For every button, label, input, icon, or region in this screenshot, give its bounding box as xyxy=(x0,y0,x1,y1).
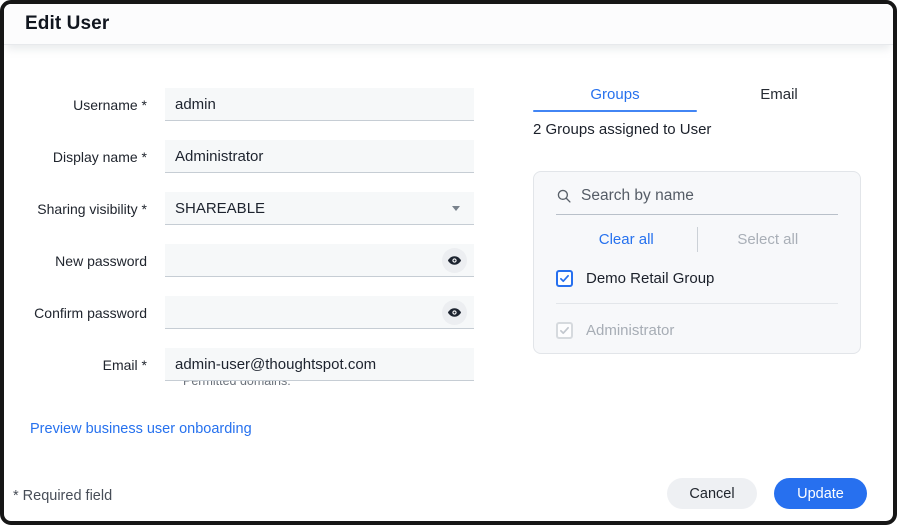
form-row-display-name: Display name * xyxy=(20,140,474,173)
display-name-input[interactable] xyxy=(165,140,474,172)
tab-email[interactable]: Email xyxy=(697,86,861,112)
page-title: Edit User xyxy=(25,13,109,35)
new-password-input[interactable] xyxy=(165,244,474,276)
search-icon xyxy=(556,188,572,204)
sharing-visibility-value: SHAREABLE xyxy=(165,200,452,217)
eye-icon xyxy=(447,305,462,320)
sharing-visibility-label: Sharing visibility * xyxy=(20,201,165,217)
groups-assigned-count: 2 Groups assigned to User xyxy=(533,121,861,138)
new-password-field-wrap xyxy=(165,244,474,277)
show-password-button[interactable] xyxy=(442,248,467,273)
confirm-password-input[interactable] xyxy=(165,296,474,328)
group-label: Demo Retail Group xyxy=(586,270,714,287)
group-label: Administrator xyxy=(586,322,674,339)
form-row-email: Email * xyxy=(20,348,474,381)
form-row-confirm-password: Confirm password xyxy=(20,296,474,329)
display-name-label: Display name * xyxy=(20,149,165,165)
bulk-actions: Clear all Select all xyxy=(556,226,838,252)
user-form: Username * Display name * Sharing visibi… xyxy=(20,88,474,388)
show-confirm-password-button[interactable] xyxy=(442,300,467,325)
eye-icon xyxy=(447,253,462,268)
groups-section: Groups Email 2 Groups assigned to User C… xyxy=(533,86,861,354)
form-row-new-password: New password xyxy=(20,244,474,277)
preview-onboarding-link[interactable]: Preview business user onboarding xyxy=(30,421,252,437)
username-field-wrap xyxy=(165,88,474,121)
footer-actions: Cancel Update xyxy=(667,478,867,509)
administrator-checkbox xyxy=(556,322,573,339)
demo-retail-checkbox[interactable] xyxy=(556,270,573,287)
clear-all-link[interactable]: Clear all xyxy=(556,231,697,248)
dialog-header: Edit User xyxy=(4,4,893,45)
email-field[interactable] xyxy=(165,348,474,380)
email-label: Email * xyxy=(20,357,165,373)
username-input[interactable] xyxy=(165,88,474,120)
group-list-divider xyxy=(556,303,838,304)
confirm-password-label: Confirm password xyxy=(20,305,165,321)
confirm-password-field-wrap xyxy=(165,296,474,329)
new-password-label: New password xyxy=(20,253,165,269)
update-button[interactable]: Update xyxy=(774,478,867,509)
tab-bar: Groups Email xyxy=(533,86,861,112)
username-label: Username * xyxy=(20,97,165,113)
form-row-sharing-visibility: Sharing visibility * SHAREABLE xyxy=(20,192,474,225)
email-field-wrap xyxy=(165,348,474,381)
display-name-field-wrap xyxy=(165,140,474,173)
form-row-username: Username * xyxy=(20,88,474,121)
sharing-visibility-select[interactable]: SHAREABLE xyxy=(165,192,474,225)
search-input[interactable] xyxy=(581,187,838,205)
group-search-wrap xyxy=(556,187,838,215)
select-all-link[interactable]: Select all xyxy=(698,231,839,248)
required-field-note: * Required field xyxy=(13,488,112,504)
tab-groups[interactable]: Groups xyxy=(533,86,697,112)
group-row-administrator: Administrator xyxy=(556,320,838,340)
cancel-button[interactable]: Cancel xyxy=(667,478,757,509)
group-picker-panel: Clear all Select all Demo Retail Group xyxy=(533,171,861,354)
edit-user-dialog: Edit User Username * Display name * Shar… xyxy=(0,0,897,525)
chevron-down-icon xyxy=(452,206,460,211)
group-row-demo-retail: Demo Retail Group xyxy=(556,268,838,288)
